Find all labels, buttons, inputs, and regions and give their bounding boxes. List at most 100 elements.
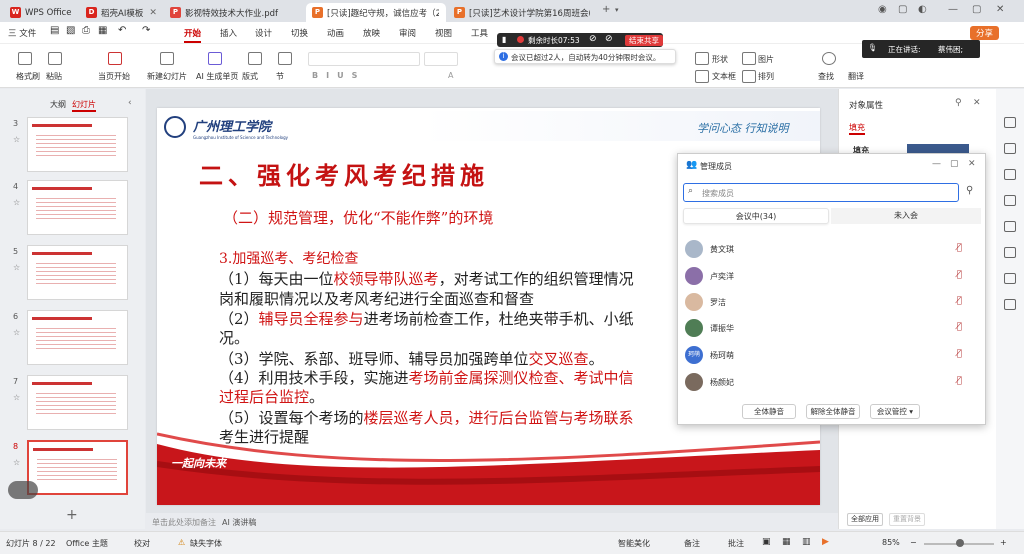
camera-off-icon[interactable]: ⊘ (605, 34, 613, 44)
star-icon[interactable]: ☆ (13, 458, 20, 467)
member-row[interactable]: 黄文琪 🎙̸ (685, 238, 980, 260)
menu-view[interactable]: 视图 (435, 27, 452, 39)
mic-off-icon[interactable]: ⊘ (589, 34, 597, 44)
close-icon[interactable]: ✕ (973, 98, 981, 108)
member-row[interactable]: 杨颜妃 🎙̸ (685, 371, 980, 393)
start-from-current-button[interactable]: 当页开始 (98, 71, 130, 82)
style-icon[interactable] (1004, 143, 1016, 154)
zoom-in-icon[interactable]: + (1000, 538, 1007, 547)
undo-icon[interactable]: ↶ (118, 25, 126, 36)
share-button[interactable]: 分享 (970, 26, 1000, 40)
animation-icon[interactable] (1004, 247, 1016, 258)
search-input[interactable]: ⌕ 搜索成员 (683, 183, 959, 202)
minimize-icon[interactable]: — (932, 159, 941, 169)
file-menu[interactable]: 三 文件 (8, 27, 36, 39)
normal-view-icon[interactable]: ▣ (762, 537, 771, 547)
slide-thumbnail-7[interactable] (27, 375, 128, 430)
menu-review[interactable]: 审阅 (399, 27, 416, 39)
user-avatar-icon[interactable]: ◉ (878, 4, 887, 15)
textbox-button[interactable]: 文本框 (712, 71, 736, 82)
chevron-down-icon[interactable]: ▾ (615, 6, 619, 14)
sorter-view-icon[interactable]: ▦ (782, 537, 791, 547)
mic-muted-icon[interactable]: 🎙̸ (957, 349, 962, 359)
reading-view-icon[interactable]: ▥ (802, 537, 811, 547)
window-icon[interactable]: ▢ (898, 4, 907, 15)
close-icon[interactable]: ✕ (968, 159, 976, 169)
notes-toggle[interactable]: 备注 (684, 538, 700, 549)
find-button[interactable]: 查找 (818, 71, 834, 82)
slide-thumbnail-5[interactable] (27, 245, 128, 300)
slide-thumbnail-4[interactable] (27, 180, 128, 235)
template-icon[interactable] (1004, 221, 1016, 232)
tab-wps-office[interactable]: W WPS Office (4, 3, 78, 22)
find-icon[interactable] (822, 52, 836, 65)
zoom-out-icon[interactable]: − (910, 538, 917, 547)
slide-thumbnail-6[interactable] (27, 310, 128, 365)
add-slide-icon[interactable]: + (66, 507, 78, 523)
image-button[interactable]: 图片 (758, 54, 774, 65)
format-painter-button[interactable]: 格式刷 (16, 71, 40, 82)
layout-button[interactable]: 版式 (242, 71, 258, 82)
menu-transition[interactable]: 切换 (291, 27, 308, 39)
play-icon[interactable] (108, 52, 122, 65)
arrange-icon[interactable] (742, 70, 756, 83)
tab-active-presentation[interactable]: P [只读]趣纪守规，诚信应考（202… (306, 3, 446, 22)
proofing-button[interactable]: 校对 (134, 538, 150, 549)
mic-muted-icon[interactable]: 🎙̸ (957, 376, 962, 386)
tab-class-meeting[interactable]: P [只读]艺术设计学院第16周班会(1)… (448, 3, 596, 22)
zoom-level[interactable]: 85% (882, 538, 900, 547)
ai-single-slide-button[interactable]: AI 生成单页 (196, 71, 238, 82)
apply-all-button[interactable]: 全部应用 (847, 513, 883, 526)
close-window-icon[interactable]: ✕ (996, 4, 1004, 15)
missing-font-button[interactable]: 缺失字体 (190, 538, 222, 549)
slide-thumbnail-3[interactable] (27, 117, 128, 172)
properties-icon[interactable] (1004, 117, 1016, 128)
font-size-select[interactable] (424, 52, 458, 66)
meeting-control-button[interactable]: 会议管控 ▾ (870, 404, 920, 419)
star-icon[interactable]: ☆ (13, 263, 20, 272)
tab-daoke-ai[interactable]: D 稻壳AI模板 ✕ (80, 3, 162, 22)
mute-all-button[interactable]: 全体静音 (742, 404, 796, 419)
member-row[interactable]: 罗洁 🎙̸ (685, 291, 980, 313)
magic-icon[interactable] (1004, 195, 1016, 206)
invite-member-icon[interactable]: ⚲ (966, 185, 973, 196)
export-icon[interactable]: ▧ (66, 25, 75, 36)
font-style-buttons[interactable]: BIUS (312, 71, 365, 80)
tab-pdf[interactable]: P 影视特效技术大作业.pdf (164, 3, 304, 22)
notes-placeholder[interactable]: 单击此处添加备注 (152, 517, 216, 528)
menu-tools[interactable]: 工具 (471, 27, 488, 39)
font-name-select[interactable] (308, 52, 420, 66)
star-icon[interactable]: ☆ (13, 198, 20, 207)
comments-toggle[interactable]: 批注 (728, 538, 744, 549)
theme-name[interactable]: Office 主题 (66, 538, 108, 549)
mic-muted-icon[interactable]: 🎙̸ (957, 243, 962, 253)
new-slide-button[interactable]: 新建幻灯片 (147, 71, 187, 82)
mic-muted-icon[interactable]: 🎙̸ (957, 270, 962, 280)
layout-icon[interactable] (248, 52, 262, 65)
mic-muted-icon[interactable]: 🎙̸ (957, 322, 962, 332)
collapse-panel-icon[interactable]: ‹ (128, 98, 132, 108)
layers-icon[interactable] (1004, 169, 1016, 180)
floating-assistant-icon[interactable] (8, 481, 38, 499)
redo-icon[interactable]: ↷ (142, 25, 150, 36)
close-tab-icon[interactable]: ✕ (143, 8, 157, 18)
image-icon[interactable] (742, 52, 756, 65)
menu-animation[interactable]: 动画 (327, 27, 344, 39)
preview-icon[interactable]: ▦ (98, 25, 107, 36)
outline-tab[interactable]: 大纲 (50, 99, 66, 110)
ai-icon[interactable] (208, 52, 222, 65)
maximize-icon[interactable]: ▢ (950, 159, 959, 169)
end-share-button[interactable]: 结束共享 (625, 35, 663, 46)
star-icon[interactable]: ☆ (13, 135, 20, 144)
reset-background-button[interactable]: 重置背景 (889, 513, 925, 526)
font-color-icon[interactable]: A (448, 71, 453, 80)
minimize-icon[interactable]: — (948, 4, 958, 15)
print-icon[interactable]: ⎙ (82, 25, 90, 36)
unmute-all-button[interactable]: 解除全体静音 (806, 404, 860, 419)
format-painter-icon[interactable] (18, 52, 32, 65)
play-slideshow-icon[interactable]: ▶ (822, 537, 829, 547)
member-row[interactable]: 珂萌 杨珂萌 🎙̸ (685, 344, 980, 366)
mic-muted-icon[interactable]: 🎙̸ (957, 296, 962, 306)
section-button[interactable]: 节 (276, 71, 284, 82)
maximize-icon[interactable]: ▢ (972, 4, 981, 15)
